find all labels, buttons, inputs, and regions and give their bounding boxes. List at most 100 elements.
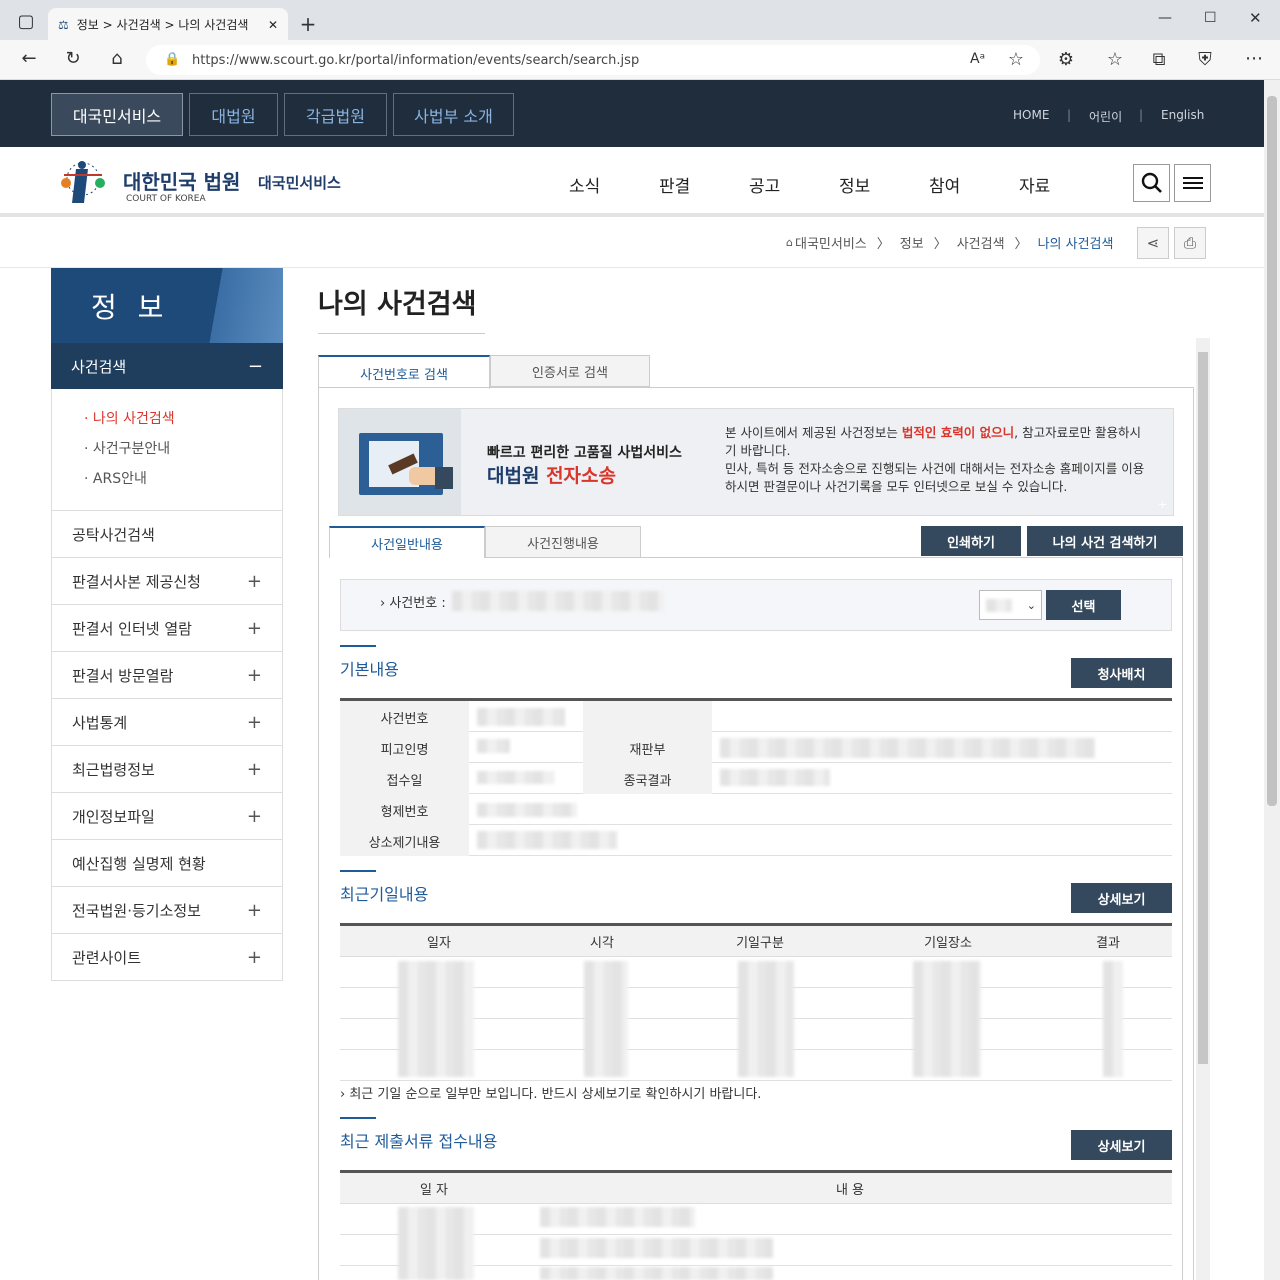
print-icon[interactable]: ⎙ [1174, 227, 1206, 259]
favorites-icon[interactable]: ☆ [1103, 49, 1127, 70]
sidebar-item-statistics[interactable]: 사법통계 + [51, 699, 283, 746]
hearings-rows [340, 957, 1172, 1081]
submenu-item-ars[interactable]: · ARS안내 [84, 468, 282, 498]
tab-certificate-search[interactable]: 인증서로 검색 [490, 355, 650, 387]
extensions-icon[interactable]: ⚙ [1054, 49, 1078, 70]
topbar-tab-citizen[interactable]: 대국민서비스 [51, 93, 183, 136]
back-icon[interactable]: ← [17, 48, 41, 69]
site-search-button[interactable] [1133, 164, 1170, 202]
gnb-info[interactable]: 정보 [839, 172, 870, 197]
gnb-judgment[interactable]: 판결 [659, 172, 690, 197]
topbar-home-link[interactable]: HOME [1013, 108, 1049, 122]
url-field[interactable]: https://www.scourt.go.kr/portal/informat… [146, 45, 1040, 75]
plus-icon[interactable]: + [247, 665, 262, 686]
new-tab-icon[interactable]: + [296, 12, 320, 36]
value-redacted [398, 961, 474, 1077]
refresh-icon[interactable]: ↻ [61, 48, 85, 69]
subtab-general[interactable]: 사건일반내용 [329, 526, 485, 558]
close-tab-icon[interactable]: ✕ [268, 18, 278, 32]
plus-icon[interactable]: + [247, 947, 262, 968]
gnb-data[interactable]: 자료 [1019, 172, 1050, 197]
topbar-tab-judiciary[interactable]: 사법부 소개 [393, 93, 514, 136]
favorite-add-icon[interactable]: ☆ [1004, 49, 1028, 70]
breadcrumb-current[interactable]: 나의 사건검색 [1038, 233, 1114, 252]
minus-icon[interactable]: − [248, 356, 263, 377]
shield-icon[interactable]: ⛨ [1193, 49, 1217, 70]
close-window-icon[interactable]: ✕ [1249, 9, 1262, 27]
panel-scrollbar[interactable] [1196, 338, 1210, 1280]
tab-actions-icon[interactable]: ▢ [14, 11, 38, 32]
browser-tab[interactable]: ⚖ 정보 > 사건검색 > 나의 사건검색 ✕ [48, 8, 288, 41]
sidebar-item-deposit[interactable]: 공탁사건검색 [51, 511, 283, 558]
logo-title[interactable]: 대한민국 법원 [123, 166, 240, 195]
sidebar-item-judgment-visit[interactable]: 판결서 방문열람 + [51, 652, 283, 699]
sidebar-item-privacy[interactable]: 개인정보파일 + [51, 793, 283, 840]
gnb-notice[interactable]: 공고 [749, 172, 780, 197]
col-doc-date: 일 자 [419, 1183, 449, 1198]
topbar-kids-link[interactable]: 어린이 [1089, 108, 1122, 125]
sidebar-item-laws[interactable]: 최근법령정보 + [51, 746, 283, 793]
plus-icon[interactable]: + [247, 712, 262, 733]
hamburger-icon [1182, 177, 1203, 189]
value-redacted [540, 1267, 773, 1280]
section-marker [340, 1117, 376, 1119]
my-case-search-button[interactable]: 나의 사건 검색하기 [1027, 526, 1183, 556]
chevron-right-icon: 〉 [1014, 237, 1028, 252]
submenu-label: 나의 사건검색 [92, 411, 175, 427]
documents-detail-button[interactable]: 상세보기 [1071, 1130, 1172, 1160]
section-marker [340, 645, 376, 647]
topbar-tab-courts[interactable]: 각급법원 [284, 93, 387, 136]
plus-icon[interactable]: + [247, 618, 262, 639]
submenu-item-case-type[interactable]: · 사건구분안내 [84, 438, 282, 468]
sidebar-item-related-sites[interactable]: 관련사이트 + [51, 934, 283, 981]
sidebar-item-label: 개인정보파일 [72, 807, 155, 826]
submenu-label: 사건구분안내 [92, 441, 171, 457]
page-scrollbar-thumb[interactable] [1267, 96, 1277, 806]
sidebar-item-label: 전국법원·등기소정보 [72, 901, 201, 920]
label-appeal: 상소제기내용 [368, 836, 441, 851]
plus-icon[interactable]: + [247, 806, 262, 827]
submenu-item-my-case[interactable]: · 나의 사건검색 [84, 408, 282, 438]
topbar-divider: | [1139, 108, 1144, 122]
minimize-icon[interactable]: — [1158, 10, 1172, 26]
more-icon[interactable]: ⋯ [1242, 48, 1266, 69]
plus-icon[interactable]: + [247, 759, 262, 780]
gnb-news[interactable]: 소식 [569, 172, 600, 197]
plus-icon[interactable]: + [247, 571, 262, 592]
tab-title: 정보 > 사건검색 > 나의 사건검색 [76, 18, 249, 32]
breadcrumb-item[interactable]: 대국민서비스 [795, 233, 867, 252]
tab-case-number-search[interactable]: 사건번호로 검색 [318, 355, 490, 389]
share-icon[interactable]: ⋖ [1137, 227, 1169, 259]
home-icon[interactable]: ⌂ [105, 48, 129, 69]
sidebar-item-label: 예산집행 실명제 현황 [72, 854, 206, 873]
topbar-tab-supreme-court[interactable]: 대법원 [189, 93, 278, 136]
logo-subtitle: COURT OF KOREA [126, 194, 206, 204]
plus-icon[interactable]: + [247, 900, 262, 921]
breadcrumb-item[interactable]: 사건검색 [957, 233, 1005, 252]
subtab-progress[interactable]: 사건진행내용 [485, 526, 641, 558]
page-scrollbar[interactable] [1264, 80, 1280, 1280]
sidebar-item-courts-info[interactable]: 전국법원·등기소정보 + [51, 887, 283, 934]
panel-scrollbar-thumb[interactable] [1198, 352, 1208, 1064]
print-button[interactable]: 인쇄하기 [921, 526, 1021, 556]
breadcrumb-item[interactable]: 정보 [900, 233, 924, 252]
case-select-dropdown[interactable]: ⌄ [979, 590, 1042, 620]
hearings-detail-button[interactable]: 상세보기 [1071, 883, 1172, 913]
read-aloud-icon[interactable]: Aᵃ [970, 51, 985, 67]
courthouse-layout-button[interactable]: 청사배치 [1071, 658, 1172, 688]
sidebar-item-case-search[interactable]: 사건검색 − [51, 343, 283, 389]
topbar-english-link[interactable]: English [1161, 108, 1204, 122]
maximize-icon[interactable]: ☐ [1204, 10, 1217, 26]
sidebar-item-judgment-copy[interactable]: 판결서사본 제공신청 + [51, 558, 283, 605]
sidebar-item-judgment-online[interactable]: 판결서 인터넷 열람 + [51, 605, 283, 652]
gnb-participation[interactable]: 참여 [929, 172, 960, 197]
site-menu-button[interactable] [1174, 164, 1211, 202]
basic-info-title: 기본내용 [340, 660, 399, 679]
subtab-line [641, 557, 1183, 558]
court-logo-icon[interactable] [54, 155, 112, 207]
sidebar-item-budget[interactable]: 예산집행 실명제 현황 [51, 840, 283, 887]
lock-icon[interactable]: 🔒 [164, 52, 180, 67]
collections-icon[interactable]: ⧉ [1147, 49, 1171, 70]
value-redacted [477, 831, 617, 849]
select-button[interactable]: 선택 [1046, 590, 1121, 620]
